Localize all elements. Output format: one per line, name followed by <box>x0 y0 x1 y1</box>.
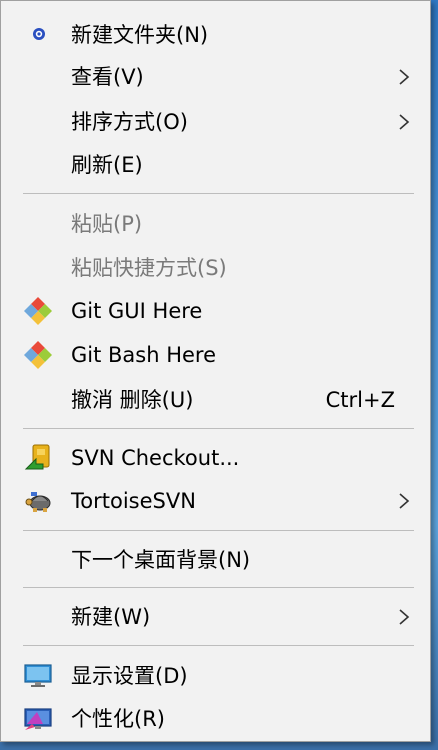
shield-dot-icon <box>23 20 53 50</box>
menu-item-undo-delete[interactable]: 撤消 删除(U) Ctrl+Z <box>2 379 429 421</box>
menu-item-paste: 粘贴(P) <box>2 203 429 245</box>
chevron-right-icon <box>399 609 410 625</box>
menu-shortcut-undo: Ctrl+Z <box>325 388 395 412</box>
menu-item-refresh[interactable]: 刷新(E) <box>2 144 429 186</box>
menu-separator <box>23 587 414 588</box>
chevron-right-icon <box>399 69 410 85</box>
menu-label-new: 新建(W) <box>71 605 151 629</box>
menu-label-svn-checkout: SVN Checkout... <box>71 446 240 470</box>
menu-label-display-settings: 显示设置(D) <box>71 664 188 688</box>
git-diamond-icon <box>23 296 53 326</box>
menu-item-tortoisesvn[interactable]: TortoiseSVN <box>2 480 429 522</box>
menu-label-paste: 粘贴(P) <box>71 212 143 236</box>
menu-label-tortoisesvn: TortoiseSVN <box>71 489 196 513</box>
menu-item-git-bash[interactable]: Git Bash Here <box>2 334 429 376</box>
menu-item-svn-checkout[interactable]: SVN Checkout... <box>2 437 429 479</box>
menu-separator <box>23 645 414 646</box>
menu-label-personalize: 个性化(R) <box>71 707 165 731</box>
menu-item-display-settings[interactable]: 显示设置(D) <box>2 655 429 697</box>
menu-separator <box>23 428 414 429</box>
chevron-right-icon <box>399 114 410 130</box>
menu-label-paste-shortcut: 粘贴快捷方式(S) <box>71 256 227 280</box>
git-diamond-icon <box>23 340 53 370</box>
menu-item-view[interactable]: 查看(V) <box>2 56 429 98</box>
svn-checkout-icon <box>23 443 53 473</box>
menu-separator <box>23 193 414 194</box>
menu-item-sort-by[interactable]: 排序方式(O) <box>2 101 429 143</box>
menu-item-personalize[interactable]: 个性化(R) <box>2 698 429 740</box>
personalize-monitor-icon <box>23 704 53 734</box>
menu-item-new-folder[interactable]: 新建文件夹(N) <box>2 14 429 56</box>
menu-label-git-gui: Git GUI Here <box>71 299 203 323</box>
menu-label-new-folder: 新建文件夹(N) <box>71 23 209 47</box>
menu-item-new[interactable]: 新建(W) <box>2 596 429 638</box>
menu-separator <box>23 530 414 531</box>
menu-item-next-background[interactable]: 下一个桌面背景(N) <box>2 539 429 581</box>
monitor-icon <box>23 661 53 691</box>
menu-label-sort-by: 排序方式(O) <box>71 110 188 134</box>
tortoise-icon <box>23 486 53 516</box>
menu-label-git-bash: Git Bash Here <box>71 343 217 367</box>
menu-item-git-gui[interactable]: Git GUI Here <box>2 290 429 332</box>
chevron-right-icon <box>399 493 410 509</box>
menu-label-refresh: 刷新(E) <box>71 153 143 177</box>
desktop-context-menu: 新建文件夹(N) 查看(V) 排序方式(O) 刷新(E) 粘贴(P) 粘贴快捷方… <box>0 0 431 742</box>
menu-label-next-background: 下一个桌面背景(N) <box>71 548 251 572</box>
menu-item-paste-shortcut: 粘贴快捷方式(S) <box>2 247 429 289</box>
menu-label-undo-delete: 撤消 删除(U) <box>71 388 194 412</box>
menu-label-view: 查看(V) <box>71 65 144 89</box>
